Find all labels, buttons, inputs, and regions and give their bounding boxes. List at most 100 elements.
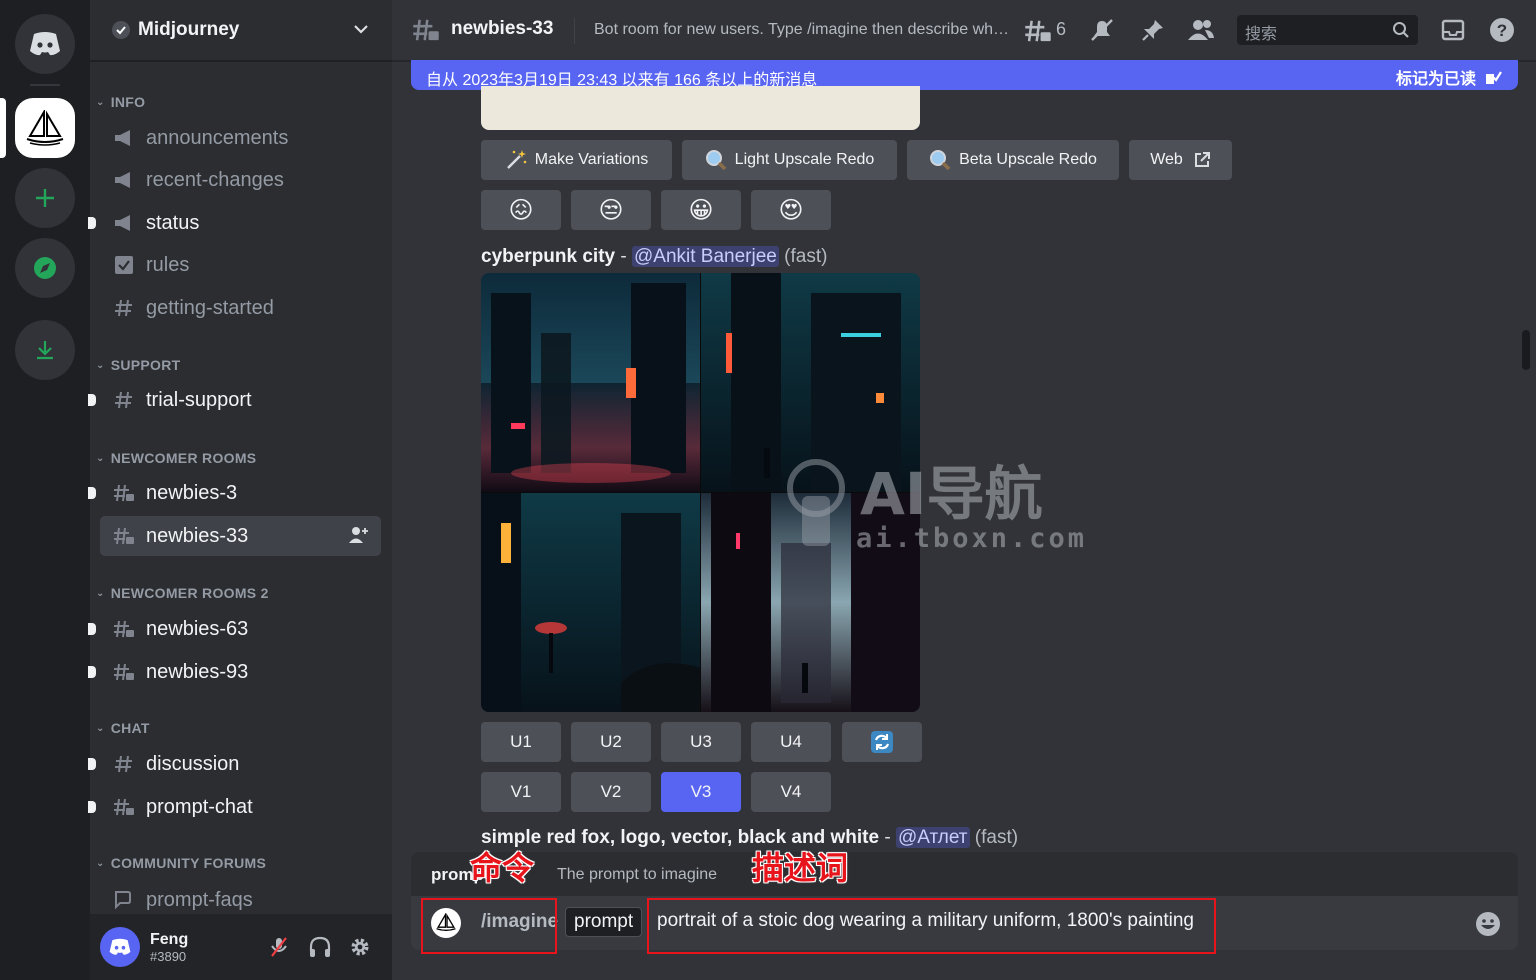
megaphone-icon [112,129,136,147]
category-community-forums[interactable]: ⌄ COMMUNITY FORUMS [96,855,266,871]
download-apps-button[interactable] [15,320,75,380]
discord-home-button[interactable] [15,14,75,74]
upscale-u4-button[interactable]: U4 [751,722,831,762]
prompt-annotation-label: 描述词 [752,849,849,887]
category-label: NEWCOMER ROOMS 2 [110,585,269,601]
variation-v2-button[interactable]: V2 [571,772,651,812]
reaction-emoji: 😀 [688,196,714,224]
make-variations-button[interactable]: Make Variations [481,140,672,180]
reaction-unamused-button[interactable]: 😒 [571,190,651,230]
prompt-highlight-box [647,898,1216,954]
pin-icon[interactable] [1140,17,1166,43]
button-label: Web [1150,151,1183,168]
channel-newbies-3[interactable]: newbies-3 [88,473,381,513]
explore-servers-button[interactable] [15,238,75,298]
reroll-button[interactable] [842,722,922,762]
command-annotation-label: 命令 [470,849,535,887]
threads-hash-icon [413,19,439,41]
variation-v1-button[interactable]: V1 [481,772,561,812]
category-support[interactable]: ⌄ SUPPORT [96,357,180,373]
upscale-u1-button[interactable]: U1 [481,722,561,762]
threads-hash-icon [112,526,136,546]
svg-text:?: ? [1497,21,1507,40]
channel-prompt-chat[interactable]: prompt-chat [88,787,381,827]
channel-newbies-33[interactable]: newbies-33 [100,516,381,556]
member-list-icon[interactable] [1187,17,1215,43]
search-input[interactable]: 搜索 [1237,15,1418,45]
midjourney-sailboat-icon [26,110,64,146]
caret-icon: ⌄ [96,96,105,108]
server-name: Midjourney [138,19,240,40]
upscale-u2-button[interactable]: U2 [571,722,651,762]
channel-header: newbies-33 Bot room for new users. Type … [392,0,1536,62]
variation-v3-button[interactable]: V3 [661,772,741,812]
megaphone-icon [112,171,136,189]
channel-rules[interactable]: rules [100,245,381,285]
button-label: V2 [600,782,622,801]
reaction-confounded-button[interactable]: 😖 [481,190,561,230]
threads-icon[interactable] [1024,17,1052,45]
message-separator: - [615,246,632,267]
server-header[interactable]: Midjourney [90,0,392,62]
beta-upscale-redo-button[interactable]: Beta Upscale Redo [907,140,1119,180]
watermark-title: AI导航 [860,460,1042,528]
unread-indicator [88,217,96,229]
unread-indicator [88,758,96,770]
notification-muted-icon[interactable] [1089,17,1115,43]
compass-icon [34,257,56,279]
user-avatar[interactable] [100,927,140,967]
button-label: Make Variations [534,151,649,168]
category-newcomer-rooms[interactable]: ⌄ NEWCOMER ROOMS [96,450,256,466]
variation-v4-button[interactable]: V4 [751,772,831,812]
magic-wand-icon [505,149,527,171]
search-placeholder: 搜索 [1245,26,1278,43]
channel-status[interactable]: status [88,203,381,243]
settings-gear-icon[interactable] [349,936,371,958]
header-channel-name: newbies-33 [451,18,554,39]
web-link-button[interactable]: Web [1129,140,1232,180]
upscale-u3-button[interactable]: U3 [661,722,741,762]
server-midjourney-button[interactable] [15,98,75,158]
chevron-down-icon[interactable] [352,20,370,38]
channel-discussion[interactable]: discussion [88,744,381,784]
message-mode: (fast) [778,246,828,267]
command-parameter-tag[interactable]: prompt [565,907,643,937]
command-option-popup: prompt The prompt to imagine [411,852,1518,896]
mic-muted-icon[interactable] [268,936,290,958]
reaction-heart-eyes-button[interactable]: 😍 [751,190,831,230]
channel-topic[interactable]: Bot room for new users. Type /imagine th… [594,21,1010,39]
emoji-picker-icon[interactable] [1474,910,1502,938]
light-upscale-redo-button[interactable]: Light Upscale Redo [682,140,897,180]
inbox-icon[interactable] [1440,17,1466,43]
user-mention[interactable]: @Ankit Banerjee [632,246,779,267]
user-mention[interactable]: @Атлет [895,827,970,848]
channel-label: recent-changes [146,168,284,191]
channel-trial-support[interactable]: trial-support [88,380,381,420]
category-info[interactable]: ⌄ INFO [96,94,145,110]
button-label: U1 [510,732,532,751]
category-label: SUPPORT [110,357,181,373]
mark-as-read-button[interactable]: 标记为已读 [1396,65,1502,89]
channel-getting-started[interactable]: getting-started [100,288,381,328]
previous-image-bottom[interactable] [481,86,920,130]
megaphone-icon [112,214,136,232]
unread-indicator [88,394,96,406]
external-link-icon [1193,151,1211,169]
channel-recent-changes[interactable]: recent-changes [100,160,381,200]
add-member-icon[interactable] [349,526,369,544]
channel-announcements[interactable]: announcements [100,118,381,158]
category-newcomer-rooms-2[interactable]: ⌄ NEWCOMER ROOMS 2 [96,585,269,601]
reaction-grinning-button[interactable]: 😀 [661,190,741,230]
scrollbar-thumb[interactable] [1522,330,1530,370]
channel-label: newbies-33 [146,524,249,547]
add-server-button[interactable] [15,168,75,228]
channel-label: newbies-93 [146,660,249,683]
channel-newbies-93[interactable]: newbies-93 [88,652,381,692]
channel-label: newbies-3 [146,481,238,504]
category-chat[interactable]: ⌄ CHAT [96,720,150,736]
channel-label: prompt-faqs [146,888,253,911]
headphones-icon[interactable] [308,936,332,958]
server-rail [0,0,90,980]
channel-newbies-63[interactable]: newbies-63 [88,609,381,649]
help-icon[interactable]: ? [1489,17,1515,43]
